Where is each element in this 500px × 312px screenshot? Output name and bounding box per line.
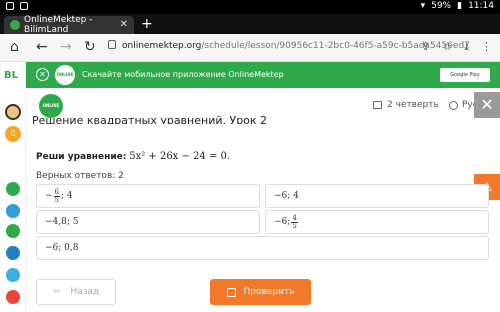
points-badge: 0 [5,126,21,142]
answer-option-3[interactable]: −4,8; 5 [36,210,260,234]
check-button[interactable]: Проверить [210,279,311,305]
new-tab-icon[interactable]: + [141,16,153,32]
option-text: −6; [274,217,291,227]
help-icon[interactable] [6,204,20,218]
back-label: Назад [70,287,100,297]
forward-arrow-icon[interactable]: → [60,39,72,55]
url-field[interactable]: onlinemektep.org/schedule/lesson/90956c1… [108,40,470,56]
status-bar: ▾ 59% ▮ 11:14 [0,0,500,14]
back-button[interactable]: ⇦ Назад [36,279,116,305]
calendar-icon [373,101,382,109]
arrow-left-icon: ⇦ [52,287,61,297]
lesson-header: ONLINE MEKTEP Решение квадратных уравнен… [26,88,500,132]
notification-icon [6,2,14,10]
download-icon[interactable]: ⤓ [464,40,469,54]
google-play-button[interactable]: Google Play [440,68,490,82]
onlinemektep-logo: ONLINE MEKTEP [55,65,75,97]
avatar[interactable] [5,104,21,120]
lesson-title: Решение квадратных уравнений. Урок 2 [32,115,268,124]
sidebar-app-icon[interactable] [6,290,20,304]
check-label: Проверить [243,287,295,297]
wifi-icon: ▾ [420,1,426,11]
notification-icon [20,2,28,10]
clock: 11:14 [468,1,494,11]
denominator: 5 [292,221,297,230]
favicon-icon [10,20,20,30]
left-sidebar: BL 0 [0,62,26,312]
reload-icon[interactable]: ↻ [84,39,96,55]
sidebar-app-icon[interactable] [6,182,20,196]
menu-icon[interactable]: ⋮ [481,40,492,54]
battery-icon: ▮ [457,1,463,11]
share-icon[interactable]: ⇪ [421,40,430,54]
fraction: 45 [291,214,298,230]
url-host: onlinemektep.org [122,41,202,51]
answer-option-4[interactable]: −6; 45 [265,210,489,234]
battery-text: 59% [431,1,452,11]
globe-icon [449,100,458,110]
app-banner: ✕ ONLINE MEKTEP Скачайте мобильное прило… [26,62,500,97]
close-tab-icon[interactable]: ✕ [120,19,128,30]
tab-strip: OnlineMektep - BilimLand ✕ + [0,14,500,35]
question-text: Реши уравнение: 5x² + 26x − 24 = 0. [36,151,230,162]
address-bar: ⌂ ← → ↻ onlinemektep.org/schedule/lesson… [0,34,500,62]
banner-text: Скачайте мобильное приложение OnlineMekt… [82,70,284,79]
banner-close-icon[interactable]: ✕ [36,68,49,81]
equation: 5x² + 26x − 24 = 0. [129,151,231,162]
fraction: 65 [53,188,61,204]
option-text: −6; 0,8 [45,243,79,253]
home-icon[interactable]: ⌂ [10,39,19,55]
tab-title: OnlineMektep - BilimLand [24,15,93,35]
sidebar-app-icon[interactable] [6,246,20,260]
denominator: 5 [54,195,60,204]
option-text: −6; 4 [274,191,299,201]
browser-tab[interactable]: OnlineMektep - BilimLand ✕ [4,15,134,35]
sidebar-app-icon[interactable] [6,224,20,238]
answer-option-1[interactable]: − 65 ; 4 [36,184,260,208]
answer-option-2[interactable]: −6; 4 [265,184,489,208]
question-label: Реши уравнение: [36,152,127,162]
quarter-label: 2 четверть [387,100,439,110]
answer-option-5[interactable]: −6; 0,8 [36,236,489,260]
back-arrow-icon[interactable]: ← [36,39,48,55]
checkbox-icon [226,287,236,297]
option-text: ; 4 [61,191,73,201]
option-text: −4,8; 5 [45,217,79,227]
close-lesson-button[interactable]: ✕ [474,92,500,118]
option-text: − [45,191,53,201]
lock-icon [108,40,116,49]
sidebar-app-icon[interactable] [6,268,20,282]
correct-answers-count: Верных ответов: 2 [36,171,124,181]
star-icon[interactable]: ☆ [442,40,452,54]
bilimland-logo[interactable]: BL [4,70,18,81]
quarter-selector[interactable]: 2 четверть [373,100,439,110]
